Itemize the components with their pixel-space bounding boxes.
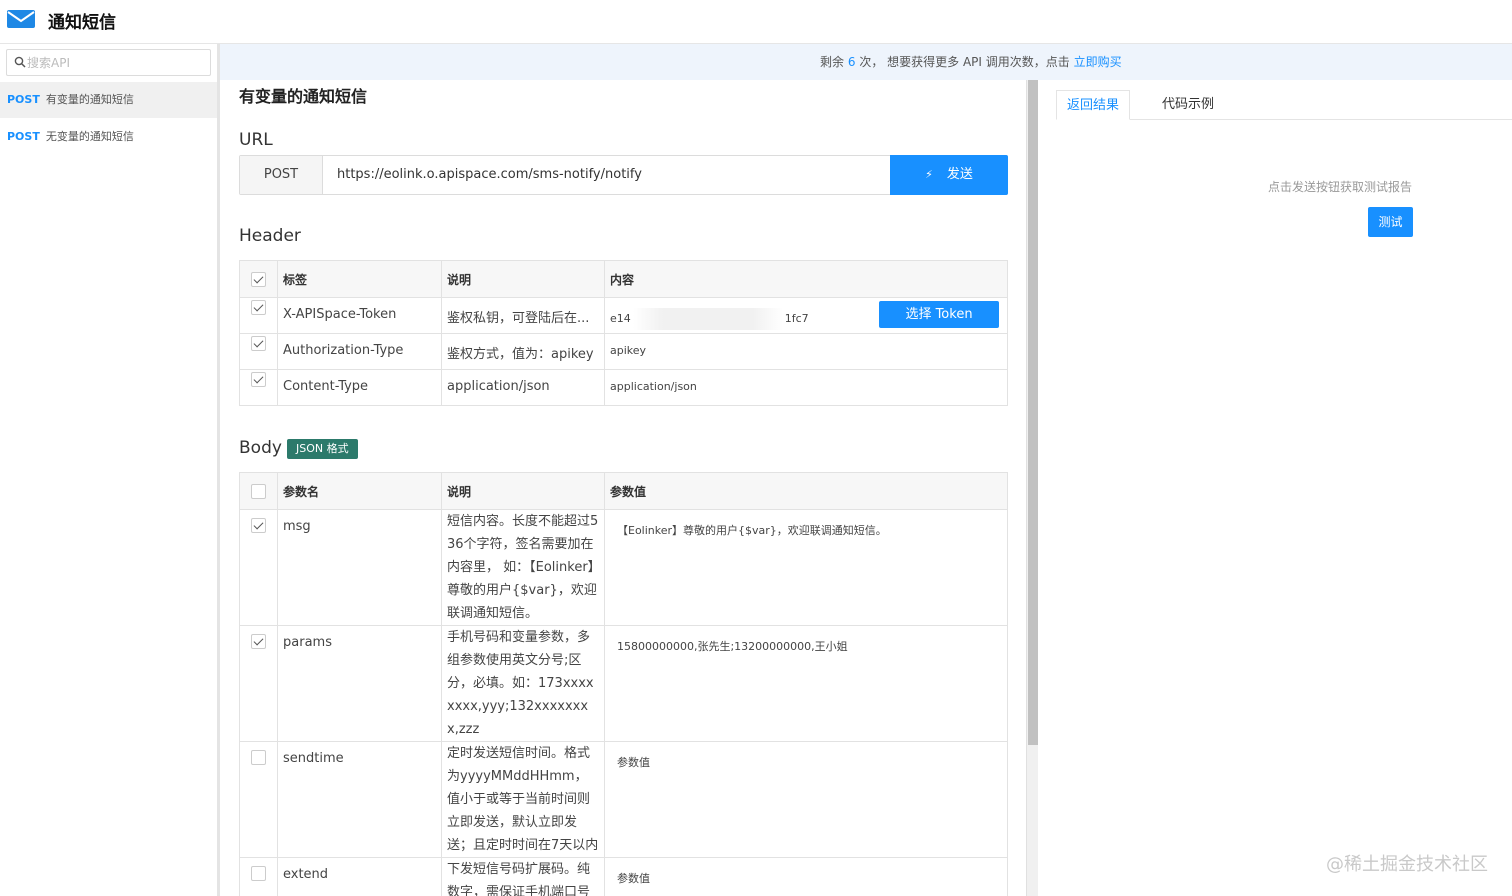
select-all-checkbox[interactable] (251, 483, 266, 499)
header-value[interactable]: apikey (604, 333, 1008, 370)
column-header: 参数名 (277, 472, 442, 510)
table-row: Content-Type application/json applicatio… (239, 369, 1008, 406)
select-all-checkbox[interactable] (251, 271, 266, 287)
column-header: 说明 (441, 260, 605, 298)
http-method: POST (240, 156, 323, 194)
api-detail-panel: 有变量的通知短信 URL POST https://eolink.o.apisp… (220, 80, 1026, 896)
column-header: 参数值 (604, 472, 1008, 510)
sidebar-item-plain-sms[interactable]: POST 无变量的通知短信 (0, 119, 218, 155)
header-name: Content-Type (277, 369, 442, 406)
search-icon (14, 56, 26, 68)
page-title: 有变量的通知短信 (239, 87, 368, 106)
param-name: extend (277, 857, 442, 896)
header-name: X-APISpace-Token (277, 297, 442, 334)
column-header: 内容 (604, 260, 1008, 298)
row-checkbox[interactable] (251, 336, 266, 351)
request-url[interactable]: https://eolink.o.apispace.com/sms-notify… (337, 167, 642, 182)
header-desc: 鉴权方式，值为：apikey (441, 333, 605, 370)
row-checkbox[interactable] (251, 866, 266, 881)
body-section-title: Body (239, 438, 282, 458)
url-section-title: URL (239, 130, 273, 150)
tab-response[interactable]: 返回结果 (1056, 90, 1131, 120)
body-table: 参数名 说明 参数值 msg 短信内容。长度不能超过536个字符，签名需要加在内… (239, 472, 1008, 896)
scrollbar-thumb[interactable] (1028, 80, 1038, 745)
header-table: 标签 说明 内容 X-APISpace-Token 鉴权私钥，可登陆后在... … (239, 260, 1008, 406)
param-name: msg (277, 509, 442, 626)
table-row: params 手机号码和变量参数，多组参数使用英文分号;区分，必填。如：173x… (239, 625, 1008, 742)
notice-prefix: 剩余 (820, 55, 845, 69)
send-button[interactable]: ⚡︎ 发送 (890, 155, 1008, 195)
header-desc: application/json (441, 369, 605, 406)
empty-hint: 点击发送按钮获取测试报告 (1268, 180, 1413, 194)
table-row: Authorization-Type 鉴权方式，值为：apikey apikey (239, 333, 1008, 370)
param-desc: 短信内容。长度不能超过536个字符，签名需要加在内容里， 如：【Eolinker… (441, 509, 605, 626)
result-panel: 返回结果 代码示例 点击发送按钮获取测试报告 测试 (1038, 80, 1512, 896)
watermark: @稀土掘金技术社区 (1326, 854, 1488, 875)
param-value-placeholder[interactable]: 参数值 (604, 857, 1008, 896)
param-desc: 手机号码和变量参数，多组参数使用英文分号;区分，必填。如：173xxxxxxxx… (441, 625, 605, 742)
token-value-end: 1fc7 (784, 312, 809, 325)
row-checkbox[interactable] (251, 518, 266, 533)
url-bar: POST https://eolink.o.apispace.com/sms-n… (239, 155, 1008, 195)
select-token-button[interactable]: 选择 Token (879, 301, 999, 328)
header-name: Authorization-Type (277, 333, 442, 370)
method-badge: POST (7, 130, 40, 143)
row-checkbox[interactable] (251, 300, 266, 315)
param-desc: 下发短信号码扩展码。纯数字，需保证手机端口号加自定义扩展码总位数不 (441, 857, 605, 896)
tab-code-example[interactable]: 代码示例 (1152, 90, 1224, 120)
header-section-title: Header (239, 226, 301, 246)
result-tabs: 返回结果 代码示例 (1056, 90, 1512, 120)
send-label: 发送 (946, 167, 973, 182)
table-row: sendtime 定时发送短信时间。格式为yyyyMMddHHmm，值小于或等于… (239, 741, 1008, 858)
param-value-placeholder[interactable]: 参数值 (604, 741, 1008, 858)
header-value-cell[interactable]: e14 1fc7 选择 Token (604, 297, 1008, 334)
sidebar-item-variable-sms[interactable]: POST 有变量的通知短信 (0, 82, 218, 118)
param-value[interactable]: 15800000000,张先生;13200000000,王小姐 (604, 625, 1008, 742)
test-button[interactable]: 测试 (1368, 207, 1413, 237)
remaining-count: 6 (847, 55, 856, 69)
app-header: 通知短信 (0, 0, 1512, 44)
search-input[interactable] (27, 53, 207, 73)
param-name: params (277, 625, 442, 742)
main-scrollbar[interactable] (1026, 80, 1038, 896)
method-badge: POST (7, 93, 40, 106)
app-title: 通知短信 (48, 13, 116, 33)
notice-text: 次， 想要获得更多 API 调用次数，点击 (859, 55, 1070, 69)
token-value-start: e14 (610, 312, 631, 325)
mail-icon (7, 10, 35, 28)
header-desc: 鉴权私钥，可登陆后在... (441, 297, 605, 334)
table-header-row: 参数名 说明 参数值 (239, 472, 1008, 510)
token-redaction (632, 308, 783, 330)
row-checkbox[interactable] (251, 634, 266, 649)
bolt-icon: ⚡︎ (925, 168, 933, 181)
row-checkbox[interactable] (251, 750, 266, 765)
sidebar-item-label: 无变量的通知短信 (45, 130, 134, 143)
param-name: sendtime (277, 741, 442, 858)
param-value[interactable]: 【Eolinker】尊敬的用户{$var}，欢迎联调通知短信。 (604, 509, 1008, 626)
sidebar: POST 有变量的通知短信 POST 无变量的通知短信 (0, 44, 220, 896)
json-format-badge: JSON 格式 (287, 439, 358, 459)
table-header-row: 标签 说明 内容 (239, 260, 1008, 298)
header-value[interactable]: application/json (604, 369, 1008, 406)
table-row: extend 下发短信号码扩展码。纯数字，需保证手机端口号加自定义扩展码总位数不… (239, 857, 1008, 896)
column-header: 标签 (277, 260, 442, 298)
table-row: X-APISpace-Token 鉴权私钥，可登陆后在... e14 1fc7 选… (239, 297, 1008, 334)
search-box[interactable] (6, 49, 211, 76)
buy-now-link[interactable]: 立即购买 (1074, 55, 1122, 69)
row-checkbox[interactable] (251, 372, 266, 387)
param-desc: 定时发送短信时间。格式为yyyyMMddHHmm，值小于或等于当前时间则立即发送… (441, 741, 605, 858)
sidebar-item-label: 有变量的通知短信 (45, 93, 134, 106)
table-row: msg 短信内容。长度不能超过536个字符，签名需要加在内容里， 如：【Eoli… (239, 509, 1008, 626)
quota-notice: 剩余 6 次， 想要获得更多 API 调用次数，点击 立即购买 (220, 44, 1512, 80)
column-header: 说明 (441, 472, 605, 510)
